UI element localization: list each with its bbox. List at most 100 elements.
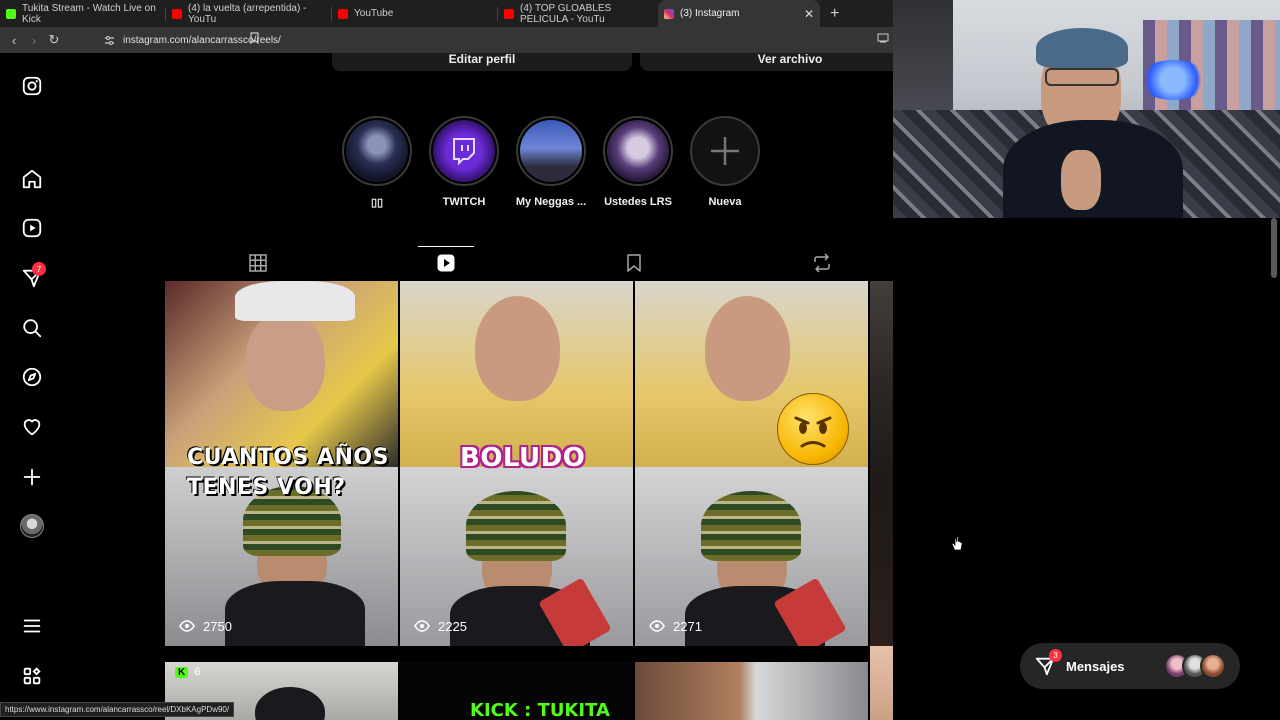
avatar [20,514,44,538]
meta-apps-icon[interactable] [16,660,48,692]
highlight-ring [429,116,499,186]
url-field[interactable]: instagram.com/alancarrassco/reels/ [104,30,704,50]
highlight-ring [690,116,760,186]
explore-icon[interactable] [16,361,48,393]
bookmark-icon[interactable] [249,32,260,47]
reel-view-count: 2271 [649,618,702,634]
messages-badge: 3 [1049,649,1062,662]
twitch-logo-icon [433,120,495,182]
highlight-photo [607,120,669,182]
view-count-text: 2225 [438,618,467,634]
home-icon[interactable] [16,163,48,195]
scrollbar-thumb[interactable] [1271,218,1277,278]
highlight-item[interactable]: Ustedes LRS [603,116,673,209]
grid-icon [249,254,267,272]
messages-label: Mensajes [1066,658,1125,674]
address-bar: ‹ › ↻ instagram.com/alancarrassco/reels/ [0,27,893,53]
tab-title: YouTube [354,8,394,19]
eye-icon [649,620,665,632]
site-info-icon[interactable] [104,35,115,46]
browser-tab-youtube-1[interactable]: (4) la vuelta (arrepentida) - YouTu [166,0,331,27]
reel-beanie [466,491,566,561]
highlight-ring [603,116,673,186]
tab-posts[interactable] [164,246,352,280]
reel-tile[interactable]: CUANTOS AÑOS TENES VOH? 2750 [165,281,398,646]
repost-icon [814,253,830,273]
reels-icon [437,254,455,272]
bookmark-icon [627,254,641,272]
status-bar-url: https://www.instagram.com/alancarrassco/… [0,702,235,717]
tab-reposts[interactable] [728,246,893,280]
tab-saved[interactable] [540,246,728,280]
reel-tile[interactable]: BOLUDO 2225 [400,281,633,646]
forward-icon[interactable]: › [24,33,44,48]
instagram-logo-icon[interactable] [16,70,48,102]
highlight-label: Ustedes LRS [604,196,672,208]
reel-tile[interactable]: KICK : TUKITA [400,662,633,720]
highlight-label: Nueva [708,196,742,208]
highlight-label: ▯▯ [370,197,384,209]
reel-beanie [701,491,801,561]
youtube-icon [172,8,182,19]
reels-grid: CUANTOS AÑOS TENES VOH? 2750 BOLUDO 2225 [165,281,893,720]
kick-views-text: 6 [194,666,201,678]
tab-title: Tukita Stream - Watch Live on Kick [22,2,156,25]
youtube-icon [338,8,348,19]
reel-view-count: 2750 [179,618,232,634]
streamer-cap [1036,28,1128,68]
browser-tab-bar: Tukita Stream - Watch Live on Kick (4) l… [0,0,893,27]
edit-profile-button[interactable]: Editar perfil [332,53,632,71]
menu-icon[interactable] [16,610,48,642]
messages-icon[interactable]: 7 [16,262,48,294]
browser-tab-youtube-3[interactable]: (4) TOP GLOABLES PELICULA - YouTu [498,0,658,27]
highlight-item[interactable]: ▯▯ [342,116,412,209]
eye-icon [414,620,430,632]
highlight-ring [342,116,412,186]
messages-icon: 3 [1034,649,1062,677]
highlight-label: My Neggas ... [515,196,587,208]
hover-overlay [870,281,893,646]
reel-face [475,296,560,401]
page-scrollbar[interactable] [1271,218,1277,720]
view-archive-button[interactable]: Ver archivo [640,53,893,71]
reel-tile-hovered[interactable]: 17 6 [870,281,893,646]
new-tab-button[interactable]: + [820,5,849,23]
highlight-item[interactable]: My Neggas ... [515,116,587,209]
highlight-photo [520,120,582,182]
reel-caption: TENES VOH? [187,475,346,500]
reel-tile[interactable] [870,646,893,720]
back-icon[interactable]: ‹ [4,33,24,48]
tab-reels[interactable] [352,246,540,280]
notifications-badge: 7 [32,262,46,276]
tab-title: (4) la vuelta (arrepentida) - YouTu [188,2,307,25]
reel-tile[interactable]: 2271 [635,281,868,646]
reel-face [705,296,790,401]
profile-tabs [164,246,893,280]
profile-avatar[interactable] [16,510,48,542]
browser-tab-kick[interactable]: Tukita Stream - Watch Live on Kick [0,0,165,27]
close-tab-icon[interactable]: ✕ [804,7,814,21]
streamer-hands [1061,150,1101,210]
highlight-label: TWITCH [442,196,486,208]
reel-view-count: 2225 [414,618,467,634]
search-icon[interactable] [16,312,48,344]
angry-face-icon [777,393,849,465]
new-highlight-button[interactable]: Nueva [690,116,760,209]
cast-icon[interactable] [877,33,889,46]
browser-tab-instagram[interactable]: (3) Instagram ✕ [658,0,820,27]
reels-icon[interactable] [16,212,48,244]
create-plus-icon[interactable] [16,461,48,493]
messages-avatars [1164,653,1226,679]
browser-tab-youtube-2[interactable]: YouTube [332,0,497,27]
story-highlights: ▯▯ TWITCH My Neggas ... Ustedes LRS Nuev… [342,116,760,209]
kick-view-count: K 6 [175,666,200,678]
eye-icon [179,620,195,632]
webcam-blue-light [1138,60,1208,100]
reel-caption: BOLUDO [460,443,586,473]
heart-icon[interactable] [16,411,48,443]
messages-button[interactable]: 3 Mensajes [1020,643,1240,689]
reload-icon[interactable]: ↻ [44,32,64,48]
tab-title: (4) TOP GLOABLES PELICULA - YouTu [520,2,612,25]
highlight-item[interactable]: TWITCH [429,116,499,209]
reel-tile[interactable] [635,662,868,720]
